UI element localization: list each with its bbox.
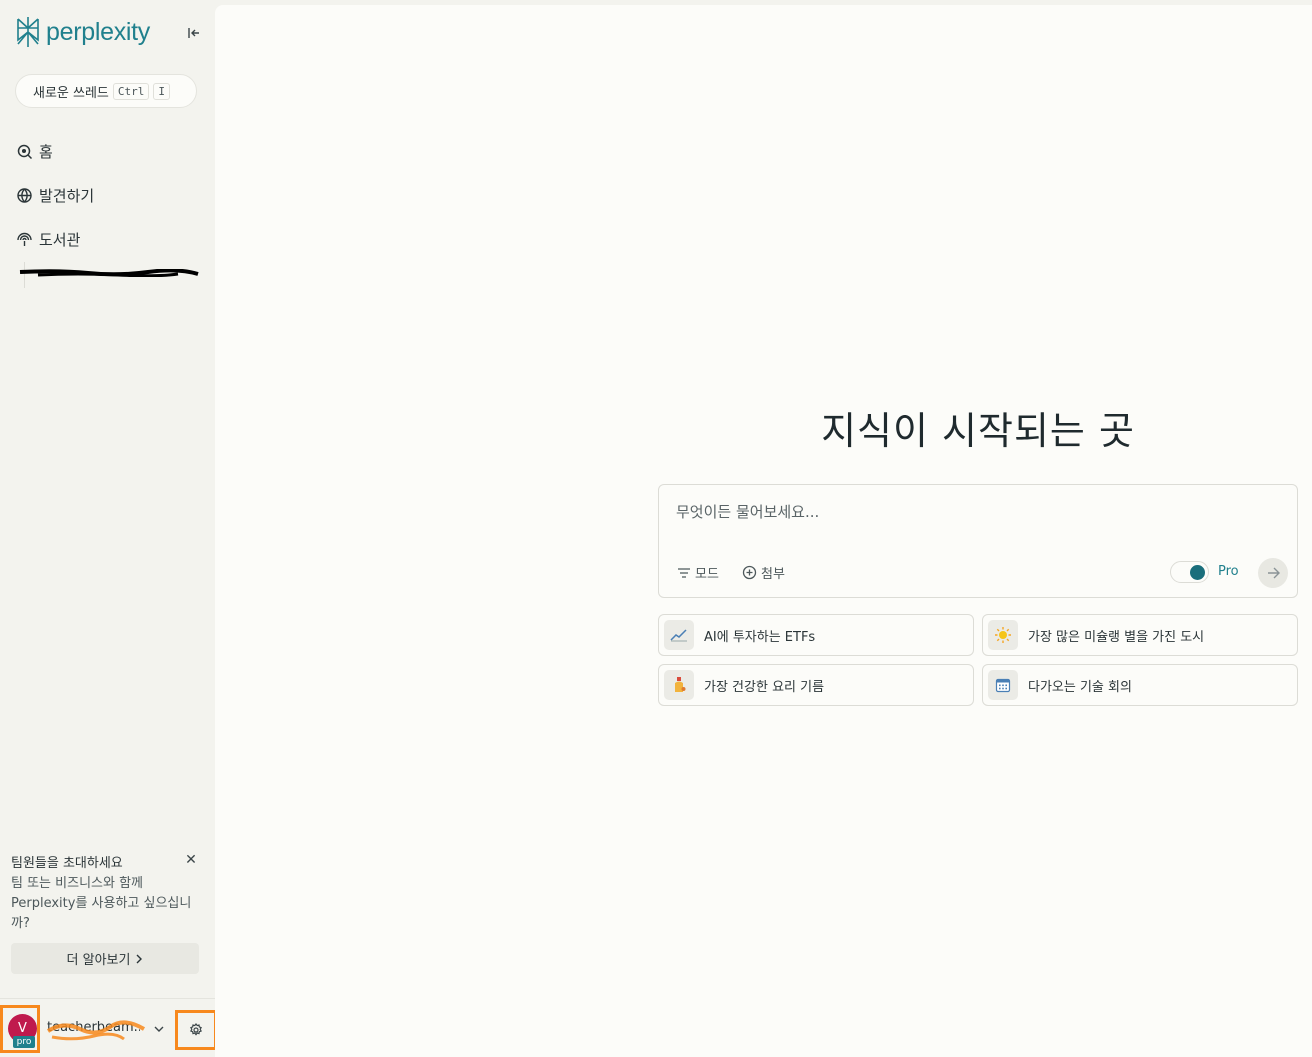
settings-button[interactable] (175, 1010, 217, 1050)
mode-button[interactable]: 모드 (677, 563, 719, 582)
sidebar-divider (0, 998, 215, 999)
suggestion-label: 다가오는 기술 회의 (1028, 679, 1132, 695)
pro-badge: pro (13, 1036, 35, 1048)
invite-team-card: 팀원들을 초대하세요 팀 또는 비즈니스와 함께 Perplexity를 사용하… (11, 852, 201, 934)
username-redaction (46, 1020, 146, 1041)
filter-icon (678, 567, 690, 578)
mode-label: 모드 (695, 567, 719, 582)
chart-icon (664, 620, 694, 650)
attach-button[interactable]: 첨부 (742, 563, 785, 582)
invite-title: 팀원들을 초대하세요 (11, 856, 123, 871)
sidebar-item-library[interactable]: 도서관 (16, 229, 80, 250)
perplexity-logo-icon (17, 17, 39, 47)
suggestion-label: 가장 많은 미슐랭 별을 가진 도시 (1028, 629, 1205, 645)
sidebar-item-label: 발견하기 (39, 187, 95, 205)
suggestion-label: 가장 건강한 요리 기름 (704, 679, 825, 695)
chevron-right-icon (136, 954, 143, 963)
hero-title: 지식이 시작되는 곳 (821, 409, 1135, 453)
sidebar-item-home[interactable]: 홈 (16, 141, 53, 162)
invite-body: 팀 또는 비즈니스와 함께 Perplexity를 사용하고 싶으십니까? (11, 876, 192, 931)
collapse-icon (188, 28, 199, 38)
learn-more-label: 더 알아보기 (66, 953, 131, 968)
close-icon[interactable]: ✕ (183, 852, 199, 868)
collapse-sidebar-button[interactable] (183, 22, 205, 44)
suggestion-card[interactable]: 가장 건강한 요리 기름 (658, 664, 974, 706)
learn-more-button[interactable]: 더 알아보기 (11, 943, 199, 974)
user-account-row[interactable]: V pro teacherbeam... (0, 1003, 217, 1057)
logo-text: perplexity (46, 17, 150, 46)
sun-icon (988, 620, 1018, 650)
chevron-down-icon[interactable] (153, 1023, 165, 1035)
shortcut-key-i: I (153, 82, 171, 100)
avatar-letter: V (18, 1021, 27, 1036)
shortcut-key-ctrl: Ctrl (112, 82, 150, 100)
suggestion-card[interactable]: AI에 투자하는 ETFs (658, 614, 974, 656)
search-box[interactable]: 무엇이든 물어보세요... 모드 첨부 Pro (658, 484, 1298, 598)
toggle-knob (1190, 565, 1205, 580)
new-thread-button[interactable]: 새로운 쓰레드 Ctrl I (15, 74, 197, 108)
arrow-right-icon (1267, 567, 1280, 579)
globe-icon (17, 188, 32, 203)
attach-label: 첨부 (761, 567, 785, 582)
suggestion-card[interactable]: 다가오는 기술 회의 (982, 664, 1298, 706)
sidebar-item-label: 홈 (39, 143, 53, 161)
perplexity-logo[interactable]: perplexity (14, 16, 150, 48)
sidebar-item-label: 도서관 (39, 231, 81, 249)
pro-label: Pro (1218, 564, 1239, 579)
calendar-icon (988, 670, 1018, 700)
search-input[interactable]: 무엇이든 물어보세요... (676, 501, 819, 522)
suggestion-card[interactable]: 가장 많은 미슐랭 별을 가진 도시 (982, 614, 1298, 656)
home-search-icon (17, 144, 33, 160)
pro-toggle[interactable] (1170, 561, 1209, 583)
gear-icon (190, 1023, 202, 1036)
plus-circle-icon (742, 565, 757, 580)
sidebar-item-discover[interactable]: 발견하기 (16, 185, 94, 206)
redacted-thread-item (19, 269, 199, 277)
new-thread-label: 새로운 쓰레드 (33, 85, 109, 101)
oil-bottle-icon (664, 670, 694, 700)
library-icon (17, 232, 32, 246)
submit-button[interactable] (1258, 558, 1288, 588)
sidebar: perplexity 새로운 쓰레드 Ctrl I 홈 발견하기 도서관 팀원들… (0, 0, 217, 1057)
suggestion-label: AI에 투자하는 ETFs (704, 629, 816, 645)
